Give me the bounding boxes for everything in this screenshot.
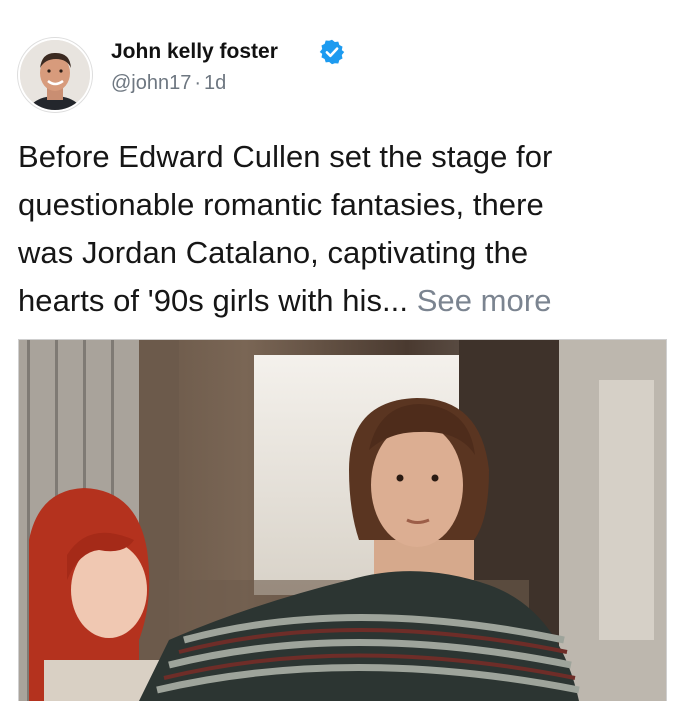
tweet-meta: @john17 · 1d [111,72,226,95]
tweet-text-line: was Jordan Catalano, captivating the [18,235,529,270]
tweet-text-line: questionable romantic fantasies, there [18,187,544,222]
tweet-text: Before Edward Cullen set the stage for q… [18,133,698,325]
post-time[interactable]: 1d [204,72,226,95]
avatar-photo [20,40,90,110]
tweet-media-photo[interactable] [18,339,667,701]
meta-separator: · [194,72,202,94]
author-name[interactable]: John kelly foster [111,40,278,64]
tweet-text-line: hearts of '90s girls with his... [18,283,409,318]
verified-badge-icon [318,38,346,66]
tweet-card: John kelly foster @john17 · 1d Before Edwa… [0,0,700,701]
see-more-link[interactable]: See more [417,283,552,318]
hallway-photo [19,340,666,701]
author-avatar[interactable] [18,38,92,112]
author-handle[interactable]: @john17 [111,72,191,95]
tweet-text-line: Before Edward Cullen set the stage for [18,139,553,174]
